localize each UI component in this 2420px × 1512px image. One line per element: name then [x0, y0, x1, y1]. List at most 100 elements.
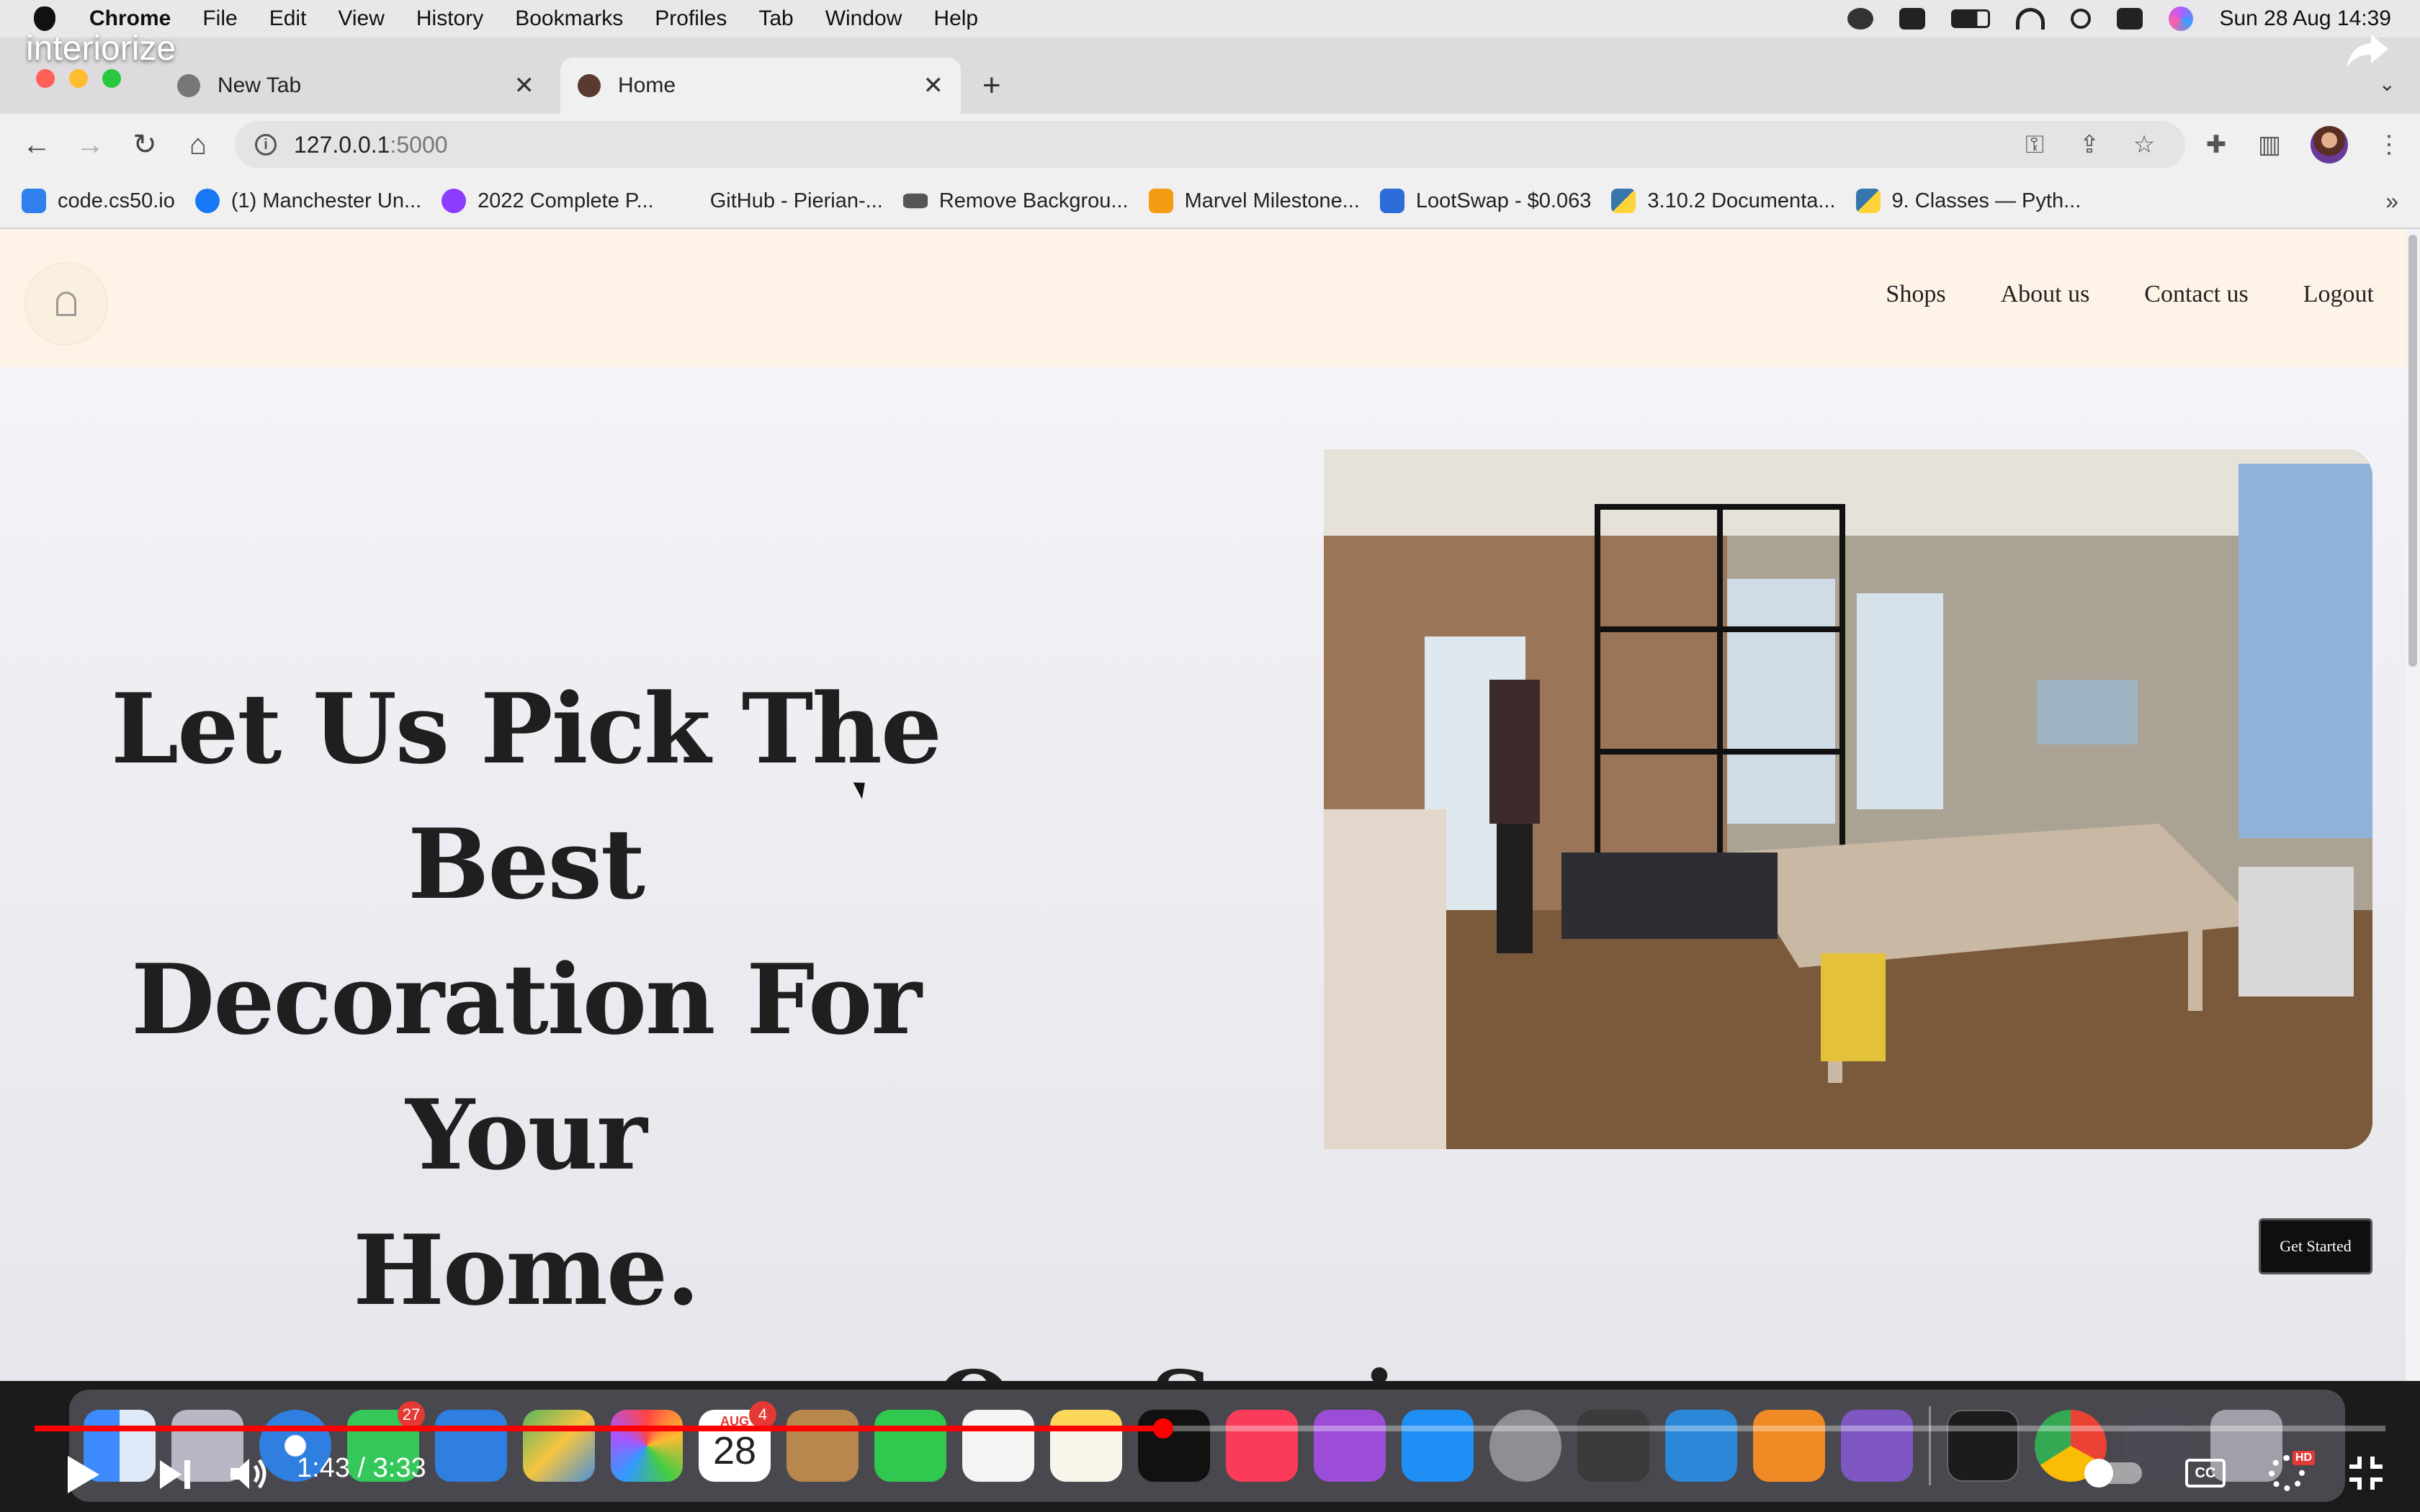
bookmark-item[interactable]: Remove Backgrou... [902, 189, 1129, 213]
apple-tv-icon[interactable] [1138, 1410, 1210, 1482]
system-preferences-icon[interactable] [1489, 1410, 1561, 1482]
menu-profiles[interactable]: Profiles [655, 6, 727, 31]
app-store-icon[interactable] [1402, 1410, 1474, 1482]
window-minimize-button[interactable] [69, 69, 88, 88]
play-icon[interactable] [68, 1456, 99, 1493]
input-source-icon[interactable] [1899, 8, 1926, 30]
photos-icon[interactable] [611, 1410, 683, 1482]
reminders-icon[interactable] [962, 1410, 1034, 1482]
more-bookmarks-icon[interactable]: » [2385, 188, 2398, 215]
menu-file[interactable]: File [202, 6, 237, 31]
menu-help[interactable]: Help [933, 6, 978, 31]
exit-fullscreen-icon[interactable] [2348, 1455, 2384, 1491]
menu-edit[interactable]: Edit [269, 6, 307, 31]
services-heading: Our Services [936, 1352, 1552, 1381]
profile-avatar[interactable] [2311, 126, 2348, 163]
dock-separator [1929, 1406, 1931, 1485]
bookmark-item[interactable]: LootSwap - $0.063 [1379, 189, 1591, 213]
captions-button[interactable]: CC [2185, 1459, 2226, 1488]
side-panel-icon[interactable]: ▥ [2257, 131, 2282, 158]
scrollbar-thumb[interactable] [2408, 235, 2417, 667]
siri-icon[interactable] [2169, 6, 2194, 31]
settings-gear-icon[interactable]: HD [2269, 1451, 2315, 1491]
macos-dock: 27 AUG 28 4 [69, 1390, 2345, 1502]
address-url[interactable]: 127.0.0.1:5000 [294, 132, 448, 158]
share-icon[interactable] [2345, 32, 2390, 69]
share-page-icon[interactable]: ⇪ [2077, 131, 2102, 158]
bookmark-item[interactable]: 2022 Complete P... [442, 189, 654, 213]
menu-tab[interactable]: Tab [758, 6, 793, 31]
hero-line: Let Us Pick The Best [110, 671, 942, 921]
chrome-menu-icon[interactable]: ⋮ [2377, 131, 2401, 158]
reload-icon[interactable]: ↻ [127, 127, 163, 163]
nav-logout[interactable]: Logout [2303, 281, 2374, 308]
bookmarks-bar: code.cs50.io (1) Manchester Un... 2022 C… [0, 174, 2420, 229]
vscode-dock-icon[interactable] [1665, 1410, 1737, 1482]
control-center-icon[interactable] [2117, 8, 2143, 30]
calendar-badge: 4 [749, 1401, 776, 1428]
maps-icon[interactable] [523, 1410, 595, 1482]
key-icon[interactable]: ⚿ [2022, 131, 2047, 158]
window-close-button[interactable] [36, 69, 55, 88]
sublime-text-icon[interactable] [1577, 1410, 1649, 1482]
site-info-icon[interactable]: i [255, 134, 277, 156]
page-viewport: Shops About us Contact us Logout Let Us … [0, 229, 2406, 1381]
calendar-icon[interactable]: AUG 28 4 [699, 1401, 776, 1482]
bookmark-item[interactable]: (1) Manchester Un... [194, 189, 421, 213]
back-arrow-icon[interactable]: ← [19, 127, 55, 163]
contacts-icon[interactable] [786, 1410, 859, 1482]
menu-history[interactable]: History [416, 6, 483, 31]
book-icon [1148, 189, 1173, 213]
volume-icon[interactable] [229, 1456, 268, 1492]
bookmark-item[interactable]: 9. Classes — Pyth... [1855, 189, 2081, 213]
video-progress-bar[interactable] [35, 1418, 2385, 1439]
battery-icon[interactable] [1951, 9, 1991, 28]
bookmark-item[interactable]: Marvel Milestone... [1148, 189, 1360, 213]
forward-arrow-icon[interactable]: → [72, 127, 108, 163]
window-zoom-button[interactable] [102, 69, 121, 88]
nav-contact-us[interactable]: Contact us [2144, 281, 2248, 308]
menu-clock[interactable]: Sun 28 Aug 14:39 [2219, 6, 2391, 31]
close-tab-icon[interactable]: ✕ [923, 71, 944, 100]
tab-home[interactable]: Home ✕ [560, 58, 961, 114]
nav-about-us[interactable]: About us [2001, 281, 2090, 308]
bookmark-item[interactable]: 3.10.2 Documenta... [1611, 189, 1836, 213]
home-icon[interactable]: ⌂ [180, 127, 216, 163]
bookmark-item[interactable]: code.cs50.io [22, 189, 175, 213]
bookmark-item[interactable]: GitHub - Pierian-... [674, 189, 883, 213]
mail-icon[interactable] [435, 1410, 507, 1482]
site-logo[interactable] [26, 264, 107, 344]
address-bar[interactable]: i 127.0.0.1:5000 ⚿ ⇪ ☆ [235, 121, 2185, 168]
menu-app-name[interactable]: Chrome [89, 6, 171, 31]
tab-title: Home [618, 73, 676, 97]
close-tab-icon[interactable]: ✕ [514, 71, 535, 100]
tab-title: New Tab [218, 73, 302, 97]
tab-search-chevron-icon[interactable]: ⌄ [2379, 72, 2396, 96]
menu-view[interactable]: View [338, 6, 384, 31]
record-status-icon[interactable] [1847, 8, 1874, 30]
nav-shops[interactable]: Shops [1886, 281, 1945, 308]
spotlight-search-icon[interactable] [2071, 9, 2092, 29]
video-title[interactable]: interiorize [26, 29, 176, 68]
bookmark-star-icon[interactable]: ☆ [2132, 131, 2156, 158]
terminal-icon[interactable] [1947, 1410, 2019, 1482]
music-icon[interactable] [1226, 1410, 1298, 1482]
menu-bookmarks[interactable]: Bookmarks [515, 6, 623, 31]
macos-menu-bar: Chrome File Edit View History Bookmarks … [0, 0, 2420, 37]
python-icon [1611, 189, 1636, 213]
github-desktop-icon[interactable] [1841, 1410, 1913, 1482]
facetime-icon[interactable] [874, 1410, 946, 1482]
wifi-icon[interactable] [2016, 8, 2045, 30]
books-icon[interactable] [1753, 1410, 1825, 1482]
tab-new-tab[interactable]: New Tab ✕ [160, 58, 552, 114]
notes-icon[interactable] [1050, 1410, 1122, 1482]
extensions-puzzle-icon[interactable]: ✚ [2204, 131, 2228, 158]
autoplay-toggle[interactable] [2084, 1459, 2142, 1488]
video-scrubber-handle[interactable] [1152, 1418, 1173, 1439]
podcasts-icon[interactable] [1314, 1410, 1386, 1482]
next-video-icon[interactable] [158, 1457, 192, 1492]
messages-badge: 27 [398, 1401, 425, 1428]
menu-window[interactable]: Window [825, 6, 902, 31]
get-started-button[interactable]: Get Started [2259, 1218, 2372, 1274]
new-tab-button[interactable]: + [982, 68, 1001, 104]
